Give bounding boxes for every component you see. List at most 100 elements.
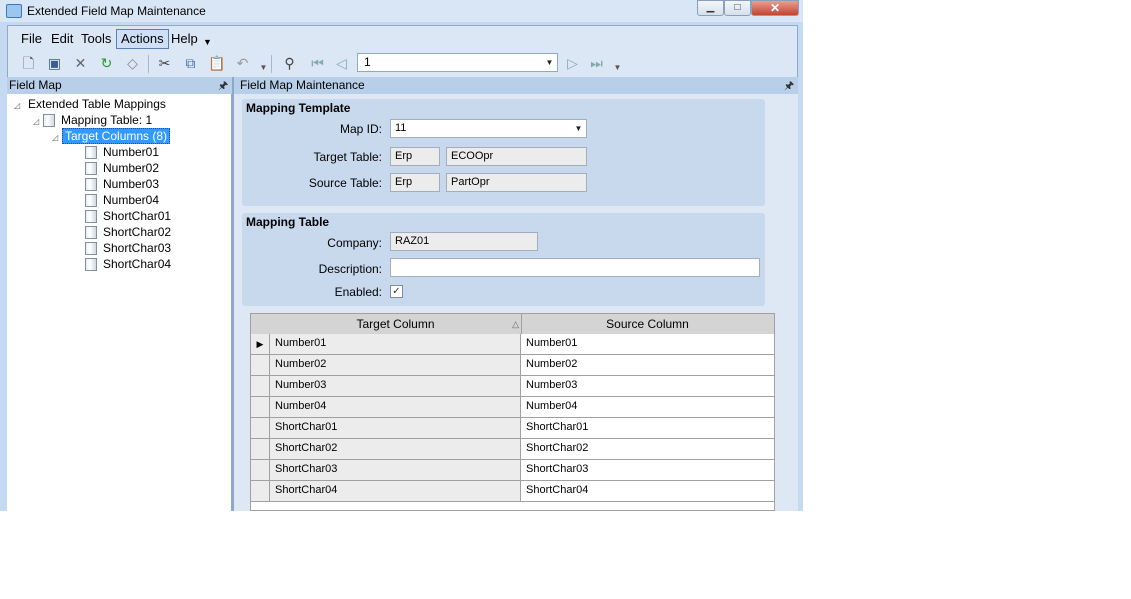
tree-leaf-label: ShortChar01 — [103, 209, 172, 223]
tree-leaf-label: Number02 — [103, 161, 160, 175]
delete-icon[interactable]: ✕ — [72, 55, 89, 72]
table-row[interactable]: Number03 Number03 — [251, 376, 774, 397]
source-cell[interactable]: Number04 — [521, 397, 774, 417]
chevron-down-icon[interactable]: ▼ — [571, 120, 586, 137]
tree-node-mapping-table[interactable]: ◿ Mapping Table: 1 — [33, 113, 152, 128]
copy-icon[interactable]: ⧉ — [182, 55, 199, 72]
pin-icon[interactable]: 🖈 — [784, 78, 794, 95]
collapse-icon[interactable]: ◿ — [33, 114, 43, 129]
last-record-icon[interactable]: ⏭ — [588, 55, 605, 72]
source-schema-field: Erp — [390, 173, 440, 192]
tree-leaf[interactable]: ShortChar03 — [85, 241, 171, 256]
tree-node-target-columns[interactable]: ◿ Target Columns (8) — [52, 128, 171, 145]
search-icon[interactable]: ⚲ — [281, 55, 298, 72]
table-row[interactable]: ▶ Number01 Number01 — [251, 334, 774, 355]
row-selector[interactable] — [251, 460, 270, 480]
collapse-icon[interactable]: ◿ — [14, 98, 24, 113]
source-cell[interactable]: Number03 — [521, 376, 774, 396]
first-record-icon[interactable]: ⏮ — [309, 55, 326, 72]
source-cell[interactable]: Number01 — [521, 334, 774, 354]
source-cell[interactable]: ShortChar03 — [521, 460, 774, 480]
tree-leaf-label: Number03 — [103, 177, 160, 191]
nav-overflow-icon[interactable]: ▼ — [609, 59, 626, 76]
cut-icon[interactable]: ✂ — [156, 55, 173, 72]
enabled-label: Enabled: — [334, 285, 382, 299]
enabled-checkbox[interactable]: ✓ — [390, 285, 403, 298]
row-selector[interactable] — [251, 376, 270, 396]
title-bar: Extended Field Map Maintenance ▁ □ ✕ — [0, 0, 803, 22]
previous-record-icon[interactable]: ◁ — [333, 55, 350, 72]
tree-leaf[interactable]: ShortChar01 — [85, 209, 171, 224]
pin-icon[interactable]: 🖈 — [218, 78, 228, 95]
table-icon — [43, 114, 55, 127]
toolbar-separator — [271, 55, 272, 73]
target-cell[interactable]: Number04 — [270, 397, 521, 417]
target-cell[interactable]: ShortChar02 — [270, 439, 521, 459]
source-cell[interactable]: ShortChar01 — [521, 418, 774, 438]
target-cell[interactable]: ShortChar01 — [270, 418, 521, 438]
mapping-template-title: Mapping Template — [246, 101, 351, 115]
tree-leaf[interactable]: Number03 — [85, 177, 159, 192]
record-navigator[interactable]: 1 ▼ — [357, 53, 558, 72]
target-column-header[interactable]: Target Column △ — [270, 314, 522, 334]
menu-overflow-icon[interactable]: ▼ — [199, 34, 216, 52]
target-cell[interactable]: ShortChar04 — [270, 481, 521, 501]
row-selector[interactable] — [251, 481, 270, 501]
tree-leaf[interactable]: Number01 — [85, 145, 159, 160]
source-column-header[interactable]: Source Column — [521, 314, 774, 334]
source-cell[interactable]: ShortChar02 — [521, 439, 774, 459]
tree-leaf[interactable]: Number02 — [85, 161, 159, 176]
map-id-value: 11 — [395, 122, 407, 134]
target-cell[interactable]: Number02 — [270, 355, 521, 375]
table-row[interactable]: ShortChar03 ShortChar03 — [251, 460, 774, 481]
paste-icon[interactable]: 📋 — [208, 55, 225, 72]
description-field[interactable] — [390, 258, 760, 277]
tree-leaf[interactable]: Number04 — [85, 193, 159, 208]
table-row[interactable]: Number04 Number04 — [251, 397, 774, 418]
map-id-combo[interactable]: 11 ▼ — [390, 119, 587, 138]
table-row[interactable]: ShortChar02 ShortChar02 — [251, 439, 774, 460]
tree-node-root[interactable]: ◿ Extended Table Mappings — [14, 97, 166, 112]
company-field: RAZ01 — [390, 232, 538, 251]
row-selector[interactable] — [251, 439, 270, 459]
row-selector[interactable] — [251, 397, 270, 417]
menu-tools[interactable]: Tools — [77, 31, 115, 49]
table-row[interactable]: ShortChar04 ShortChar04 — [251, 481, 774, 502]
close-button[interactable]: ✕ — [751, 0, 799, 16]
refresh-icon[interactable]: ↻ — [98, 55, 115, 72]
maximize-button[interactable]: □ — [724, 0, 751, 16]
toolbar-separator — [148, 55, 149, 73]
table-row[interactable]: ShortChar01 ShortChar01 — [251, 418, 774, 439]
field-map-tree: ◿ Extended Table Mappings ◿ Mapping Table:… — [7, 94, 232, 511]
column-icon — [85, 162, 97, 175]
app-window: Extended Field Map Maintenance ▁ □ ✕ Fil… — [0, 0, 803, 511]
menu-edit[interactable]: Edit — [47, 31, 77, 49]
source-table-field: PartOpr — [446, 173, 587, 192]
row-selector[interactable] — [251, 355, 270, 375]
target-cell[interactable]: Number01 — [270, 334, 521, 354]
eraser-icon[interactable]: ◇ — [124, 55, 141, 72]
target-cell[interactable]: ShortChar03 — [270, 460, 521, 480]
menu-actions[interactable]: Actions — [116, 29, 169, 49]
column-icon — [85, 242, 97, 255]
menu-help[interactable]: Help — [167, 31, 202, 49]
target-schema-field: Erp — [390, 147, 440, 166]
toolbar-overflow-icon[interactable]: ▼ — [255, 59, 272, 76]
chevron-down-icon[interactable]: ▼ — [542, 54, 557, 71]
next-record-icon[interactable]: ▷ — [564, 55, 581, 72]
tree-leaf[interactable]: ShortChar04 — [85, 257, 171, 272]
menu-file[interactable]: File — [17, 31, 46, 49]
undo-icon[interactable]: ↶ — [234, 55, 251, 72]
tree-leaf-label: Number01 — [103, 145, 160, 159]
target-cell[interactable]: Number03 — [270, 376, 521, 396]
tree-leaf[interactable]: ShortChar02 — [85, 225, 171, 240]
minimize-button[interactable]: ▁ — [697, 0, 724, 16]
row-selector[interactable] — [251, 418, 270, 438]
source-cell[interactable]: ShortChar04 — [521, 481, 774, 501]
source-cell[interactable]: Number02 — [521, 355, 774, 375]
target-table-field: ECOOpr — [446, 147, 587, 166]
collapse-icon[interactable]: ◿ — [52, 130, 62, 145]
new-icon[interactable]: 🗋 — [20, 55, 37, 72]
table-row[interactable]: Number02 Number02 — [251, 355, 774, 376]
save-icon[interactable]: ▣ — [46, 55, 63, 72]
